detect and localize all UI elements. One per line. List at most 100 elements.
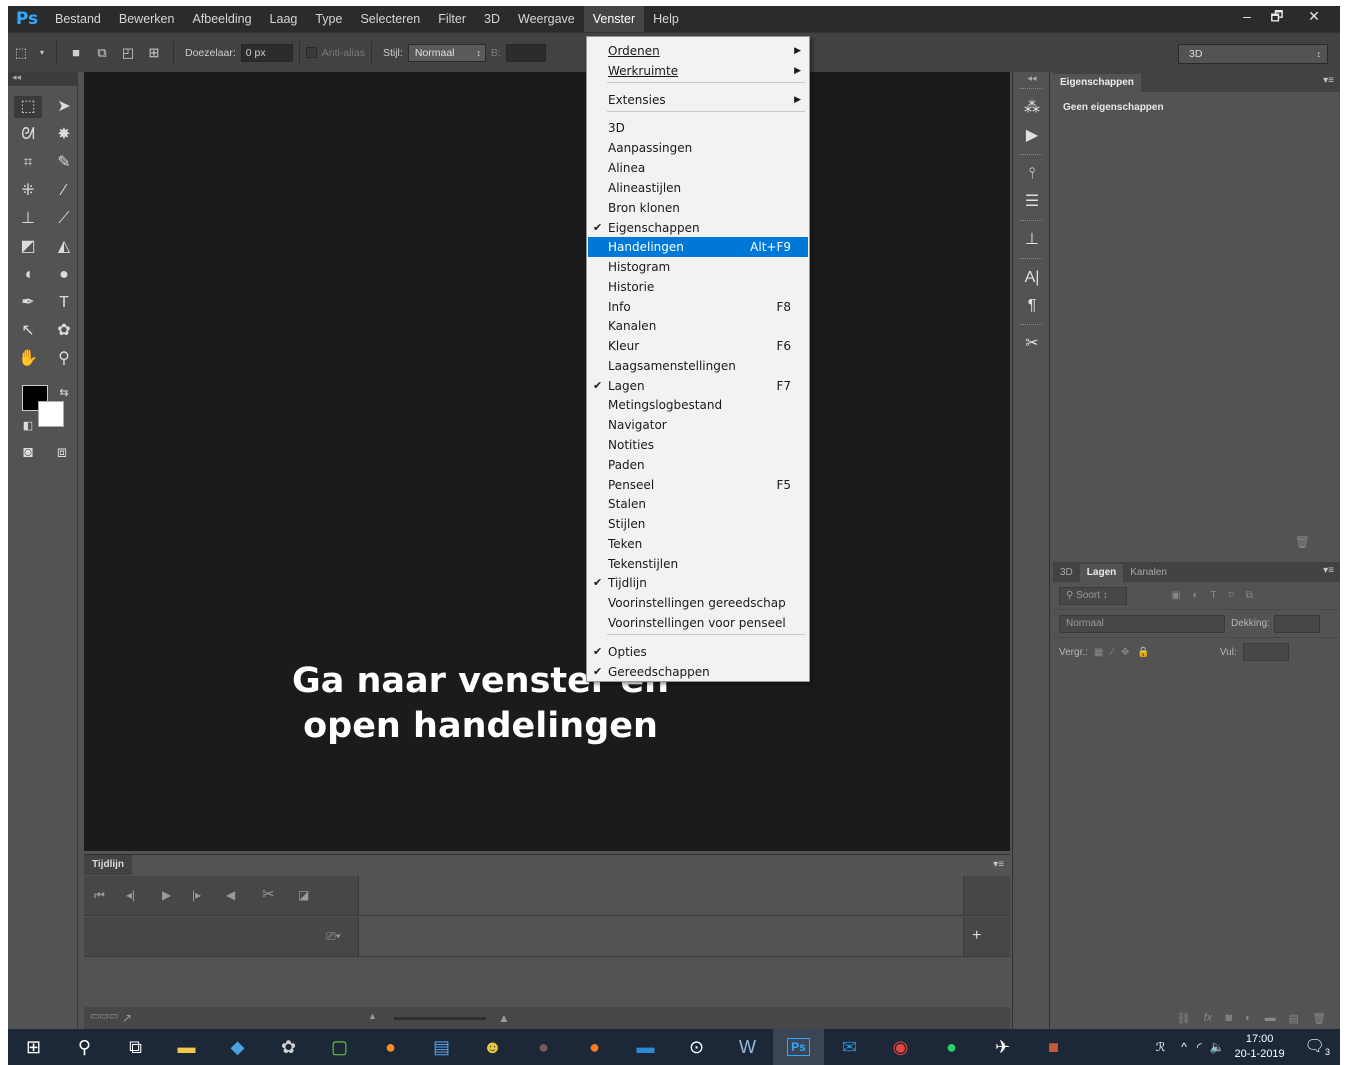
menu-item-penseel[interactable]: Penseel F5 (588, 475, 808, 495)
tab-kanalen[interactable]: Kanalen (1123, 564, 1174, 582)
whatsapp-icon[interactable]: ● (926, 1029, 977, 1065)
brush-presets-icon[interactable]: ⫯ (1013, 160, 1051, 188)
timeline-track[interactable] (358, 917, 964, 956)
collapse-icon[interactable]: ◂◂ (8, 72, 77, 86)
photoshop-taskbar-icon[interactable]: Ps (773, 1029, 824, 1065)
fx-icon[interactable]: fx (1204, 1012, 1213, 1024)
adjustment-layer-icon[interactable]: ◐ (1245, 1012, 1252, 1024)
audio-icon[interactable]: ◀ (226, 888, 235, 902)
clock[interactable]: 17:00 20-1-2019 (1235, 1032, 1285, 1062)
paragraph-icon[interactable]: ¶ (1013, 292, 1051, 320)
collapse-icon[interactable]: ◂◂ (1013, 72, 1051, 84)
antialias-checkbox[interactable] (305, 47, 317, 58)
menu-item-lagen[interactable]: ✔ Lagen F7 (588, 376, 808, 396)
width-input[interactable] (505, 43, 546, 62)
menu-afbeelding[interactable]: Afbeelding (183, 6, 260, 32)
menu-item-extensies[interactable]: Extensies ▶ (588, 90, 808, 110)
outlook-icon[interactable]: ✉ (824, 1029, 875, 1065)
eyedropper-tool-icon[interactable]: ✎ (50, 152, 78, 174)
dodge-tool-icon[interactable]: ● (50, 264, 78, 286)
history-icon[interactable]: ⁂ (1013, 94, 1051, 122)
menu-item-bron-klonen[interactable]: Bron klonen (588, 198, 808, 218)
file-explorer-icon[interactable]: ▬ (161, 1029, 212, 1065)
fill-input[interactable] (1242, 643, 1289, 661)
menu-item-gereedschappen[interactable]: ✔ Gereedschappen (588, 662, 808, 682)
zoom-out-icon[interactable]: ▲ (368, 1011, 377, 1021)
zoom-tool-icon[interactable]: ⚲ (50, 348, 78, 370)
transition-icon[interactable]: ◪ (298, 888, 309, 902)
filter-pixel-icon[interactable]: ▣ (1171, 590, 1180, 601)
screen-mode-icon[interactable]: ⧈ (48, 442, 76, 464)
path-selection-tool-icon[interactable]: ↖ (14, 320, 42, 342)
menu-item-info[interactable]: Info F8 (588, 297, 808, 317)
menu-bewerken[interactable]: Bewerken (110, 6, 184, 32)
trash-icon[interactable]: 🗑 (1295, 535, 1310, 549)
menu-item-paden[interactable]: Paden (588, 455, 808, 475)
menu-filter[interactable]: Filter (429, 6, 475, 32)
timeline-ruler[interactable] (358, 876, 964, 915)
play-icon[interactable]: ▶ (162, 888, 171, 902)
firefox-icon[interactable]: ● (365, 1029, 416, 1065)
network-icon[interactable]: ◜ (1197, 1040, 1202, 1054)
filter-adjust-icon[interactable]: ◐ (1192, 590, 1198, 601)
film-strip-icon[interactable]: ⎚▾ (326, 929, 341, 944)
previous-frame-icon[interactable]: ◂| (126, 888, 135, 902)
magic-wand-tool-icon[interactable]: ✸ (50, 124, 78, 146)
volume-icon[interactable]: 🔈 (1210, 1040, 1225, 1054)
blend-mode-select[interactable]: Normaal (1059, 614, 1225, 633)
filter-shape-icon[interactable]: ⌑ (1229, 590, 1234, 601)
menu-selecteren[interactable]: Selecteren (351, 6, 429, 32)
frame-mode-icon[interactable]: ▭▭▭ (90, 1011, 118, 1022)
default-colors-icon[interactable]: ◧ (14, 415, 42, 437)
app-icon[interactable]: ■ (1028, 1029, 1079, 1065)
menu-item-stalen[interactable]: Stalen (588, 494, 808, 514)
app-icon[interactable]: ● (569, 1029, 620, 1065)
style-select[interactable]: Normaal (407, 43, 486, 62)
clone-source-icon[interactable]: ⊥ (1013, 226, 1051, 254)
app-icon[interactable]: ☻ (467, 1029, 518, 1065)
menu-item-aanpassingen[interactable]: Aanpassingen (588, 138, 808, 158)
menu-item-metingslogbestand[interactable]: Metingslogbestand (588, 395, 808, 415)
zoom-slider[interactable] (394, 1017, 486, 1020)
menu-item-stijlen[interactable]: Stijlen (588, 514, 808, 534)
add-media-icon[interactable]: + (972, 927, 981, 945)
lock-pixels-icon[interactable]: ⁄ (1111, 647, 1113, 658)
lock-transparency-icon[interactable]: ▦ (1094, 647, 1103, 658)
tab-tijdlijn[interactable]: Tijdlijn (84, 855, 133, 875)
hand-tool-icon[interactable]: ✋ (14, 348, 42, 370)
layer-filter-select[interactable]: ⚲ Soort ↕ (1059, 586, 1127, 605)
chevron-down-icon[interactable]: ▾ (37, 44, 47, 62)
menu-bestand[interactable]: Bestand (46, 6, 110, 32)
move-tool-icon[interactable]: ➤ (50, 96, 78, 118)
opacity-input[interactable] (1273, 614, 1320, 633)
filter-smart-icon[interactable]: ⧉ (1246, 590, 1253, 601)
link-layers-icon[interactable]: ⛓ (1177, 1012, 1191, 1025)
menu-item-opties[interactable]: ✔ Opties (588, 642, 808, 662)
menu-item-tijdlijn[interactable]: ✔ Tijdlijn (588, 573, 808, 593)
menu-venster[interactable]: Venster (583, 6, 645, 32)
tool-presets-icon[interactable]: ✂ (1013, 330, 1051, 358)
zoom-in-icon[interactable]: ▲ (498, 1011, 510, 1025)
menu-weergave[interactable]: Weergave (509, 6, 584, 32)
lock-icon[interactable]: ⊙ (671, 1029, 722, 1065)
workspace-select[interactable]: 3D (1178, 44, 1328, 64)
menu-3d[interactable]: 3D (475, 6, 509, 32)
menu-item-histogram[interactable]: Histogram (588, 257, 808, 277)
menu-type[interactable]: Type (306, 6, 351, 32)
search-icon[interactable]: ⚲ (59, 1029, 110, 1065)
first-frame-icon[interactable]: ⏮ (94, 888, 105, 903)
menu-item-alinea[interactable]: Alinea (588, 158, 808, 178)
tab-eigenschappen[interactable]: Eigenschappen (1053, 74, 1141, 92)
restore-button[interactable]: 🗗 (1262, 6, 1292, 26)
app-icon[interactable]: ✈ (977, 1029, 1028, 1065)
paint-bucket-tool-icon[interactable]: ◭ (50, 236, 78, 258)
menu-item-navigator[interactable]: Navigator (588, 415, 808, 435)
menu-item-ordenen[interactable]: Ordenen ▶ (588, 41, 808, 61)
camtasia-icon[interactable]: ▢ (314, 1029, 365, 1065)
type-tool-icon[interactable]: T (50, 292, 78, 314)
quick-mask-icon[interactable]: ◙ (14, 442, 42, 464)
tab-lagen[interactable]: Lagen (1079, 564, 1124, 582)
rect-marquee-preset-icon[interactable]: ⬚ (11, 44, 31, 62)
notifications-icon[interactable]: 🗨3 (1305, 1036, 1330, 1057)
windows-start-icon[interactable]: ⊞ (8, 1029, 59, 1065)
